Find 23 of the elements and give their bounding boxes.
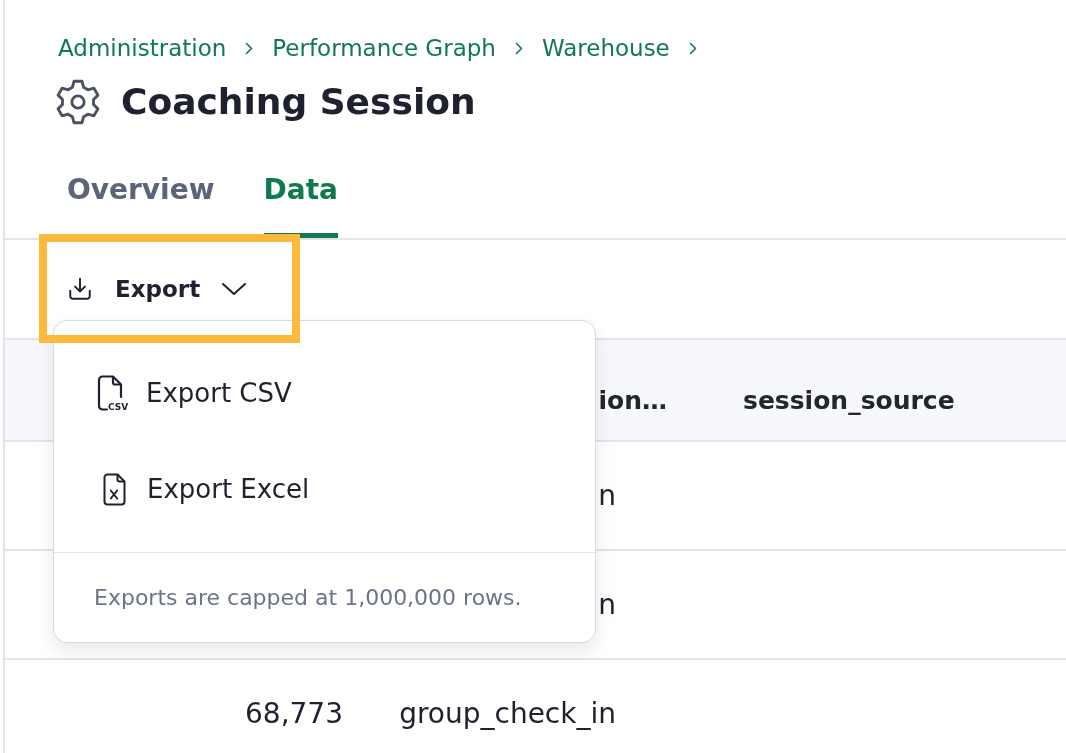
breadcrumb-link[interactable]: Performance Graph — [272, 34, 496, 62]
table-cell: 68,773 — [245, 697, 343, 730]
column-header: session_source — [743, 385, 955, 415]
chevron-down-icon — [221, 282, 248, 296]
breadcrumb-link[interactable]: Warehouse — [541, 34, 670, 62]
menu-note: Exports are capped at 1,000,000 rows. — [94, 585, 522, 610]
chevron-right-icon — [688, 41, 697, 55]
settings-icon — [55, 79, 101, 125]
chevron-right-icon — [514, 41, 523, 55]
excel-file-icon — [103, 472, 126, 506]
table-cell: n — [598, 479, 616, 512]
table-cell: n — [598, 588, 616, 621]
export-button[interactable]: Export — [55, 266, 260, 312]
download-icon — [67, 276, 93, 302]
tab[interactable]: Overview — [67, 166, 215, 238]
table-cell: group_check_in — [399, 697, 616, 730]
menu-item[interactable]: CSV Export CSV — [54, 345, 595, 441]
chevron-right-icon — [245, 41, 254, 55]
menu-item[interactable]: Export Excel — [54, 441, 595, 537]
page-title: Coaching Session — [121, 80, 476, 124]
column-header: ion… — [598, 385, 667, 415]
breadcrumb-link[interactable]: Administration — [58, 34, 227, 62]
tab[interactable]: Data — [263, 166, 338, 238]
